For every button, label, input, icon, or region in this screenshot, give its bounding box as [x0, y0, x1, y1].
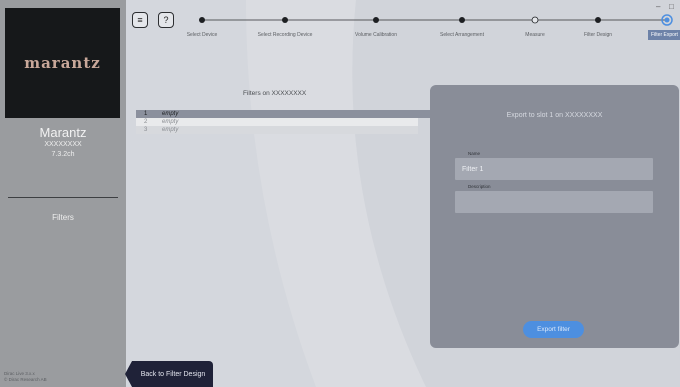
sidebar: marantz Marantz XXXXXXXX 7.3.2ch Filters…: [0, 0, 126, 387]
filter-name-input[interactable]: [455, 158, 653, 180]
step-label-volume-calibration[interactable]: Volume Calibration: [355, 32, 397, 38]
sidebar-divider: [8, 197, 118, 198]
step-label-select-recording-device[interactable]: Select Recording Device: [258, 32, 313, 38]
name-field-label: Name: [468, 151, 481, 156]
step-dot-filter-design[interactable]: [595, 17, 601, 23]
logo-text: marantz: [24, 54, 101, 72]
step-label-measure[interactable]: Measure: [525, 32, 544, 38]
step-dot-select-device[interactable]: [199, 17, 205, 23]
export-panel: Export to slot 1 on XXXXXXXX Name Descri…: [430, 85, 679, 348]
sidebar-item-filters[interactable]: Filters: [0, 213, 126, 222]
filter-description-input[interactable]: [455, 191, 653, 213]
progress-stepper: Select Device Select Recording Device Vo…: [0, 0, 680, 45]
step-label-select-device[interactable]: Select Device: [187, 32, 218, 38]
filters-list-title: Filters on XXXXXXXX: [243, 90, 307, 97]
filter-slot-row[interactable]: 2 empty: [136, 118, 418, 126]
step-dot-volume-calibration[interactable]: [373, 17, 379, 23]
filter-slot-row[interactable]: 1 empty: [136, 110, 418, 118]
filter-slot-row[interactable]: 3 empty: [136, 126, 418, 134]
stepper-track: [199, 14, 673, 26]
step-label-filter-design[interactable]: Filter Design: [584, 32, 612, 38]
export-panel-title: Export to slot 1 on XXXXXXXX: [506, 112, 603, 119]
device-brand: Marantz: [39, 125, 87, 140]
device-config: 7.3.2ch: [51, 151, 75, 158]
device-model: XXXXXXXX: [44, 141, 82, 148]
filter-slot-name: empty: [162, 111, 179, 117]
filter-slot-name: empty: [162, 127, 179, 133]
step-label-select-arrangement[interactable]: Select Arrangement: [440, 32, 484, 38]
export-filter-button[interactable]: Export filter: [523, 321, 584, 338]
filter-slot-number: 1: [144, 111, 148, 117]
back-to-filter-design-button[interactable]: Back to Filter Design: [125, 361, 213, 387]
filter-slot-number: 2: [144, 119, 148, 125]
step-label-filter-export[interactable]: Filter Export: [648, 30, 680, 40]
step-dot-select-recording-device[interactable]: [282, 17, 288, 23]
sidebar-footer: Dirac Live 3.x.x © Dirac Research AB: [4, 371, 47, 383]
description-field-label: Description: [468, 184, 491, 189]
step-dot-measure[interactable]: [531, 16, 539, 24]
filter-slot-name: empty: [162, 119, 179, 125]
filter-slot-number: 3: [144, 127, 148, 133]
footer-copyright: © Dirac Research AB: [4, 377, 47, 382]
step-dot-select-arrangement[interactable]: [459, 17, 465, 23]
